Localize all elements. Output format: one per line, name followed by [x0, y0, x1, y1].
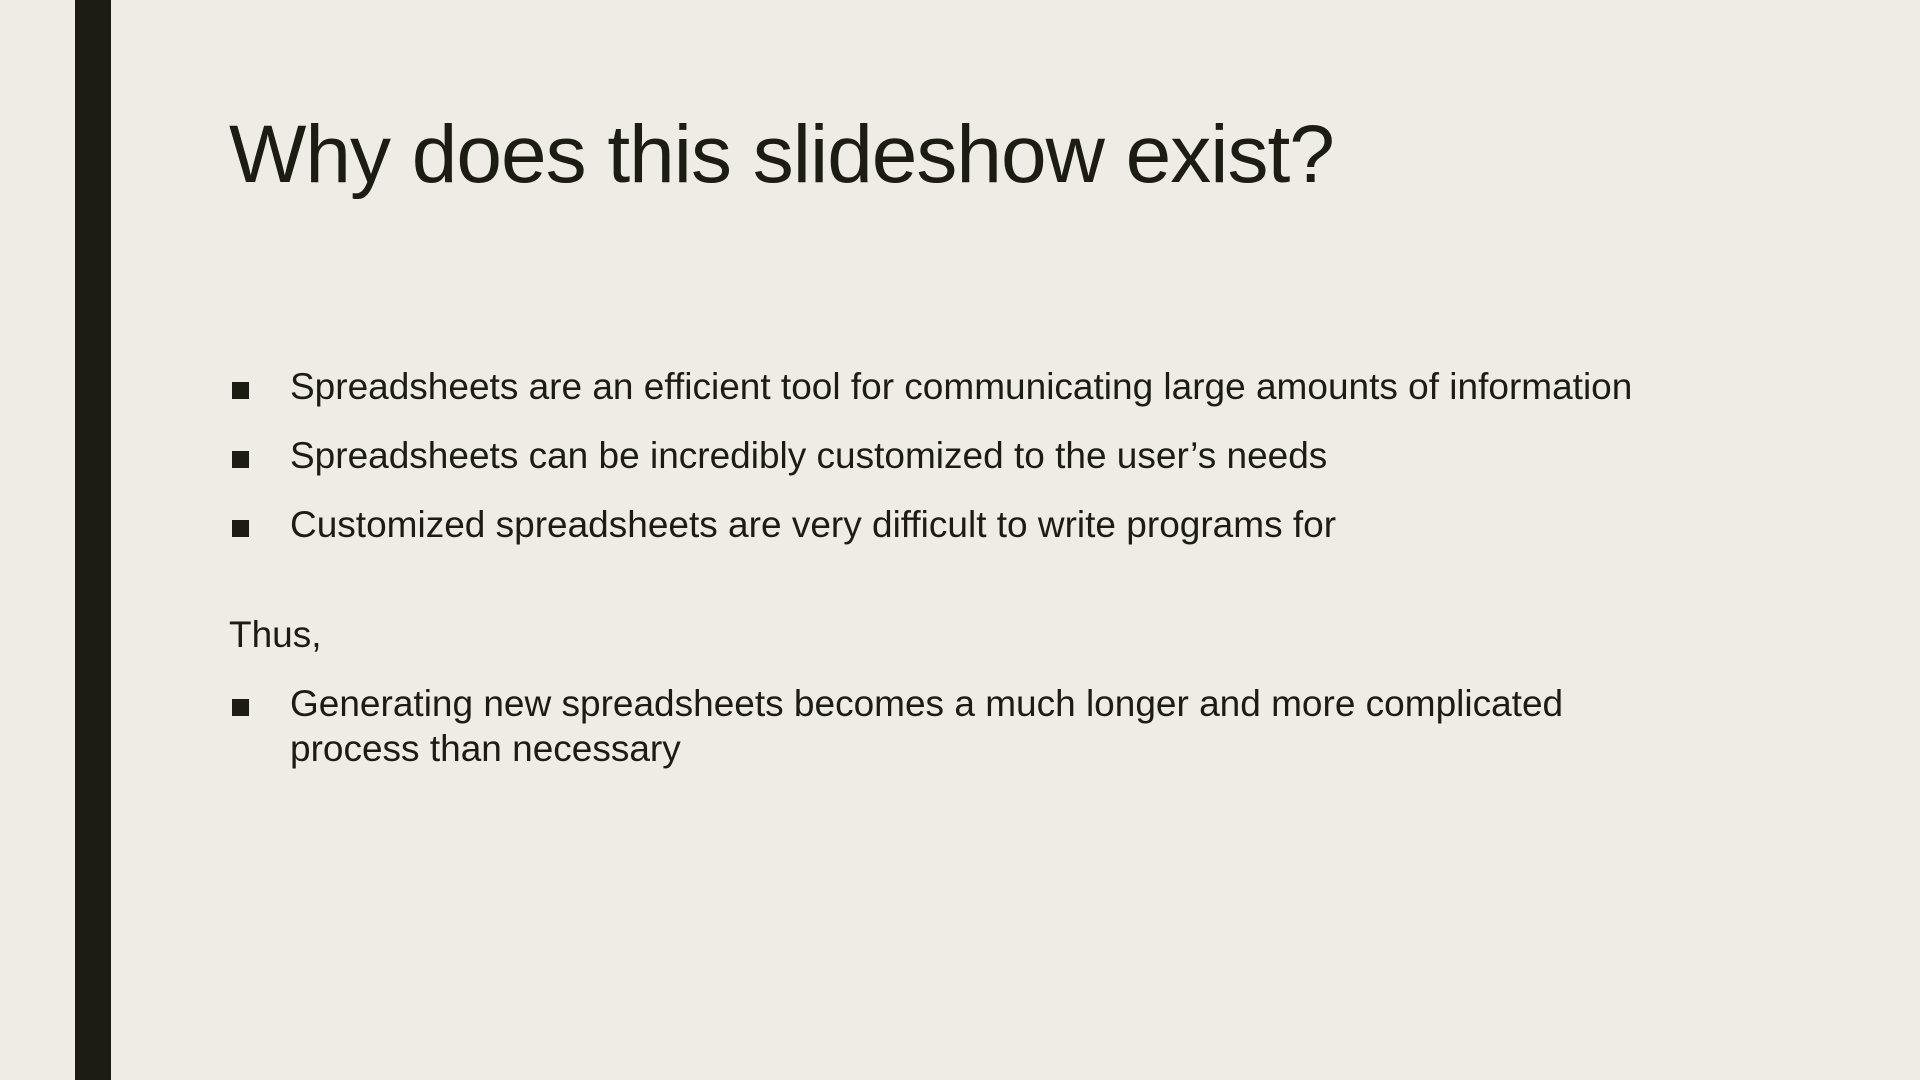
bullet-item: Spreadsheets can be incredibly customize…	[229, 433, 1729, 478]
bullet-item: Customized spreadsheets are very difficu…	[229, 502, 1729, 547]
square-bullet-icon	[232, 520, 249, 537]
slide-title: Why does this slideshow exist?	[229, 109, 1335, 200]
square-bullet-icon	[232, 382, 249, 399]
slide-content: Spreadsheets are an efficient tool for c…	[229, 364, 1729, 795]
transition-text: Thus,	[229, 614, 322, 655]
square-bullet-icon	[232, 451, 249, 468]
bullet-text: Customized spreadsheets are very difficu…	[290, 504, 1337, 545]
accent-side-bar	[75, 0, 111, 1080]
bullet-text: Spreadsheets are an efficient tool for c…	[290, 366, 1633, 407]
bullet-text: Spreadsheets can be incredibly customize…	[290, 435, 1328, 476]
bullet-item: Generating new spreadsheets becomes a mu…	[229, 681, 1729, 771]
bullet-item: Spreadsheets are an efficient tool for c…	[229, 364, 1729, 409]
bullet-list: Spreadsheets are an efficient tool for c…	[229, 364, 1729, 547]
bullet-text: Generating new spreadsheets becomes a mu…	[290, 683, 1564, 769]
square-bullet-icon	[232, 699, 249, 716]
slide: Why does this slideshow exist? Spreadshe…	[0, 0, 1920, 1080]
conclusion-bullet-list: Generating new spreadsheets becomes a mu…	[229, 681, 1729, 771]
